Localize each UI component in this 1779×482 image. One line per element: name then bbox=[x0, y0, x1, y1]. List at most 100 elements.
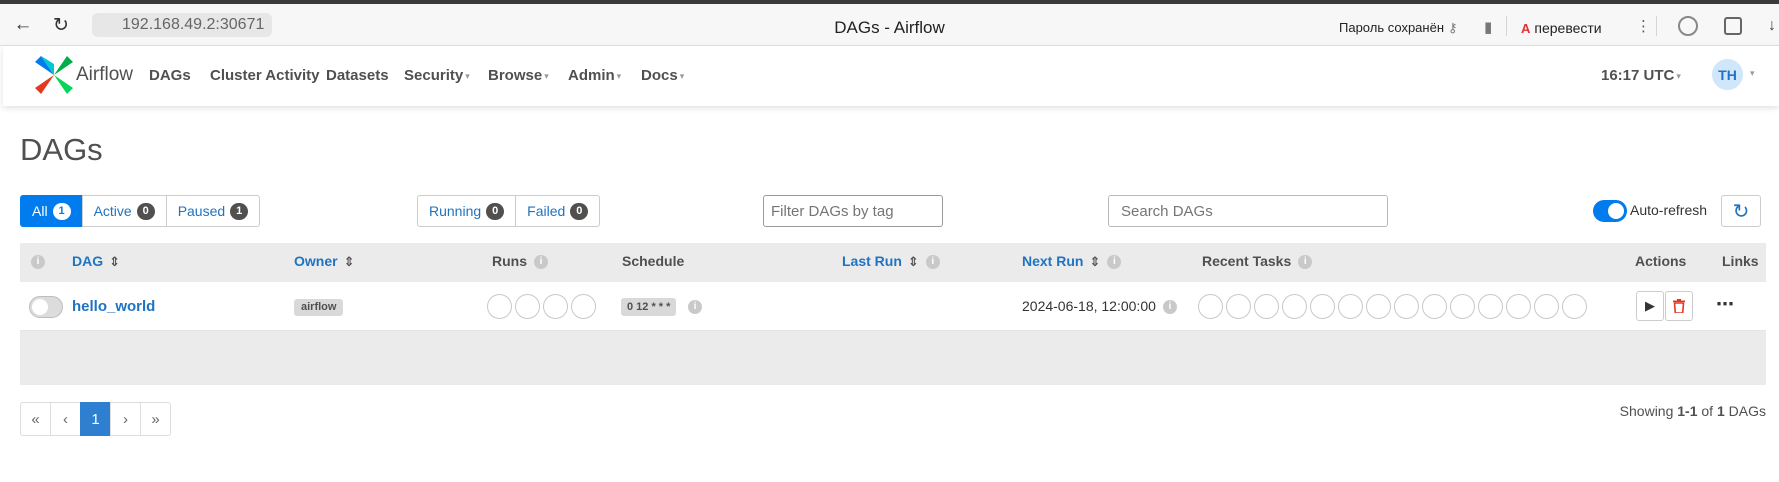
delete-dag-button[interactable] bbox=[1665, 291, 1693, 321]
task-state-circle[interactable] bbox=[1534, 294, 1559, 319]
task-state-circle[interactable] bbox=[1226, 294, 1251, 319]
filter-active-button[interactable]: Active 0 bbox=[81, 195, 167, 227]
dag-id-link[interactable]: hello_world bbox=[72, 298, 155, 315]
filter-label: Failed bbox=[527, 203, 566, 219]
filter-label: Running bbox=[429, 203, 482, 219]
info-icon[interactable]: i bbox=[925, 255, 940, 270]
recent-tasks-circles bbox=[1198, 294, 1587, 319]
bookmark-icon[interactable]: ▮ bbox=[1484, 18, 1492, 36]
user-avatar[interactable]: TH bbox=[1712, 59, 1743, 90]
search-dags-input[interactable] bbox=[1108, 195, 1388, 227]
caret-down-icon: ▾ bbox=[1676, 70, 1681, 81]
page-current-button[interactable]: 1 bbox=[80, 402, 111, 436]
extensions-icon[interactable] bbox=[1724, 17, 1742, 35]
filter-all-button[interactable]: All 1 bbox=[20, 195, 83, 227]
run-state-filter-group: Running 0 Failed 0 bbox=[417, 195, 601, 227]
count-badge: 1 bbox=[230, 202, 249, 220]
nav-security[interactable]: Security ▾ bbox=[404, 67, 470, 84]
info-icon[interactable]: i bbox=[534, 255, 548, 270]
airflow-logo-icon[interactable] bbox=[33, 54, 75, 96]
translate-label: перевести bbox=[1534, 20, 1602, 36]
task-state-circle[interactable] bbox=[1198, 294, 1223, 319]
nav-docs[interactable]: Docs ▾ bbox=[641, 67, 684, 84]
browser-menu-icon[interactable]: ⋮ bbox=[1636, 17, 1651, 35]
utc-clock[interactable]: 16:17 UTC ▾ bbox=[1601, 67, 1681, 84]
clock-label: 16:17 UTC bbox=[1601, 67, 1675, 84]
task-state-circle[interactable] bbox=[1450, 294, 1475, 319]
page-first-button[interactable]: « bbox=[20, 402, 51, 436]
col-label: Owner bbox=[294, 253, 338, 269]
download-icon[interactable]: ↓ bbox=[1768, 17, 1776, 35]
key-icon[interactable]: ⚷ bbox=[1448, 20, 1458, 36]
task-state-circle[interactable] bbox=[1562, 294, 1587, 319]
nav-label: Cluster Activity bbox=[210, 67, 320, 84]
filter-running-button[interactable]: Running 0 bbox=[417, 195, 517, 227]
task-state-circle[interactable] bbox=[1506, 294, 1531, 319]
sort-icon: ⇕ bbox=[1089, 254, 1101, 269]
task-state-circle[interactable] bbox=[1310, 294, 1335, 319]
run-state-circle[interactable] bbox=[487, 294, 512, 319]
col-runs: Runs i bbox=[492, 253, 548, 270]
task-state-circle[interactable] bbox=[1478, 294, 1503, 319]
links-menu-icon[interactable]: ⋯ bbox=[1716, 294, 1734, 315]
run-state-circle[interactable] bbox=[571, 294, 596, 319]
nav-label: Security bbox=[404, 67, 464, 84]
page-prev-button[interactable]: ‹ bbox=[50, 402, 81, 436]
trigger-dag-button[interactable]: ▶ bbox=[1636, 291, 1664, 321]
translate-icon: A bbox=[1521, 20, 1531, 36]
task-state-circle[interactable] bbox=[1338, 294, 1363, 319]
brand-name[interactable]: Airflow bbox=[76, 64, 133, 86]
auto-refresh-toggle[interactable] bbox=[1593, 200, 1627, 222]
nav-dags[interactable]: DAGs bbox=[149, 67, 191, 84]
run-state-circle[interactable] bbox=[515, 294, 540, 319]
run-state-circle[interactable] bbox=[543, 294, 568, 319]
password-saved-label[interactable]: Пароль сохранён bbox=[1339, 20, 1444, 35]
col-label: Actions bbox=[1635, 253, 1687, 269]
nav-cluster-activity[interactable]: Cluster Activity bbox=[210, 67, 319, 84]
showing-total: 1 bbox=[1716, 403, 1725, 419]
nav-label: Admin bbox=[568, 67, 615, 84]
globe-icon[interactable] bbox=[1678, 16, 1698, 36]
count-badge: 1 bbox=[52, 202, 71, 220]
sort-icon: ⇕ bbox=[343, 254, 355, 269]
page-last-button[interactable]: » bbox=[140, 402, 171, 436]
info-icon[interactable]: i bbox=[688, 300, 702, 314]
nav-datasets[interactable]: Datasets bbox=[326, 67, 389, 84]
filter-failed-button[interactable]: Failed 0 bbox=[515, 195, 601, 227]
refresh-button[interactable]: ↻ bbox=[1721, 195, 1761, 227]
auto-refresh-label: Auto-refresh bbox=[1630, 202, 1708, 218]
col-next-run[interactable]: Next Run ⇕ i bbox=[1022, 253, 1122, 270]
tag-filter-input[interactable] bbox=[763, 195, 943, 227]
sort-icon: ⇕ bbox=[109, 254, 121, 269]
info-icon[interactable]: i bbox=[31, 255, 45, 269]
schedule-chip[interactable]: 0 12 * * * bbox=[621, 298, 677, 316]
col-label: Last Run bbox=[842, 253, 902, 269]
col-links: Links bbox=[1722, 253, 1759, 269]
task-state-circle[interactable] bbox=[1366, 294, 1391, 319]
task-state-circle[interactable] bbox=[1394, 294, 1419, 319]
owner-chip[interactable]: airflow bbox=[294, 299, 344, 316]
col-label: Schedule bbox=[622, 253, 685, 269]
info-icon[interactable]: i bbox=[1163, 300, 1177, 314]
showing-suffix: DAGs bbox=[1728, 403, 1766, 419]
dag-pause-toggle[interactable] bbox=[29, 296, 63, 318]
table-empty-area bbox=[20, 331, 1766, 385]
col-dag[interactable]: DAG ⇕ bbox=[72, 253, 120, 270]
toolbar-divider bbox=[1506, 16, 1507, 36]
page-next-button[interactable]: › bbox=[110, 402, 141, 436]
caret-down-icon[interactable]: ▾ bbox=[1750, 68, 1755, 79]
nav-browse[interactable]: Browse ▾ bbox=[488, 67, 549, 84]
count-badge: 0 bbox=[136, 202, 155, 220]
task-state-circle[interactable] bbox=[1422, 294, 1447, 319]
filter-label: All bbox=[32, 203, 48, 219]
task-state-circle[interactable] bbox=[1282, 294, 1307, 319]
task-state-circle[interactable] bbox=[1254, 294, 1279, 319]
nav-admin[interactable]: Admin ▾ bbox=[568, 67, 621, 84]
translate-button[interactable]: A перевести bbox=[1521, 16, 1602, 40]
info-icon[interactable]: i bbox=[1298, 255, 1313, 270]
info-icon[interactable]: i bbox=[1107, 255, 1122, 270]
filter-paused-button[interactable]: Paused 1 bbox=[165, 195, 261, 227]
col-recent-tasks: Recent Tasks i bbox=[1202, 253, 1313, 270]
col-last-run[interactable]: Last Run ⇕ i bbox=[842, 253, 940, 270]
col-owner[interactable]: Owner ⇕ bbox=[294, 253, 354, 270]
